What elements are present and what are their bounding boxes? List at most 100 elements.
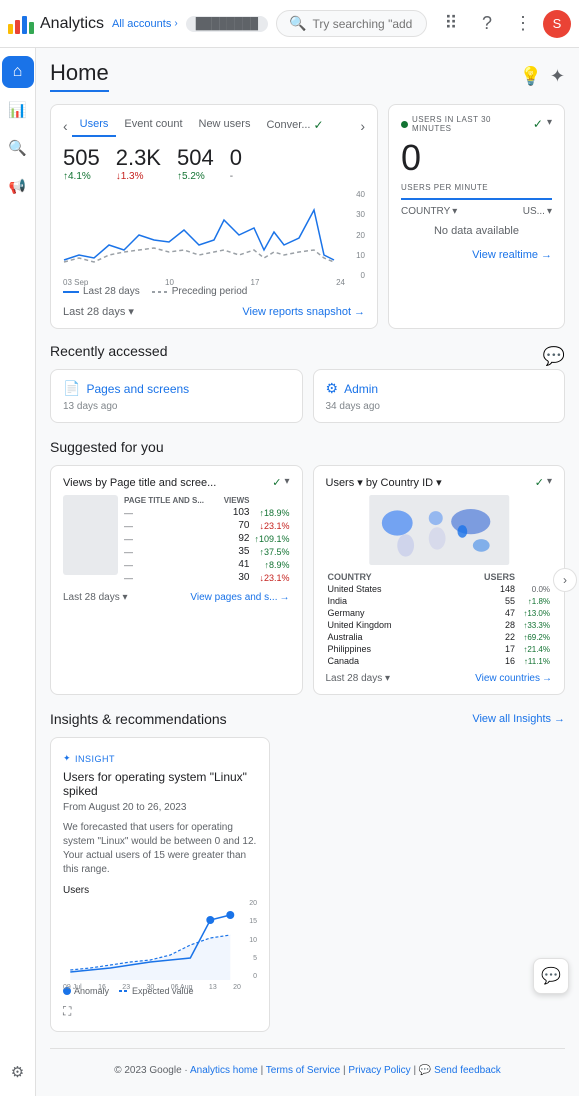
expand-icon[interactable]: ⛶: [63, 1004, 257, 1019]
privacy-link[interactable]: Privacy Policy: [348, 1065, 410, 1076]
account-chip[interactable]: ████████: [186, 16, 268, 32]
view-pages-link[interactable]: View pages and s... →: [190, 592, 289, 603]
feedback-link[interactable]: Send feedback: [434, 1065, 501, 1076]
tab-users[interactable]: Users: [72, 115, 117, 137]
recently-accessed-title: Recently accessed: [50, 343, 168, 359]
sidebar-item-advertising[interactable]: 📢: [2, 170, 34, 202]
view-reports-link[interactable]: View reports snapshot →: [242, 306, 365, 318]
suggested-section: Suggested for you Views by Page title an…: [50, 439, 565, 695]
suggested-pages-title: Views by Page title and scree...: [63, 477, 216, 489]
country-table: COUNTRY USERS United States1480.0%India5…: [326, 571, 553, 667]
world-map: [326, 495, 553, 565]
insight-chart: 20 15 10 5 0: [63, 900, 257, 980]
tab-conversions[interactable]: Conver... ✓: [258, 115, 331, 137]
metric-new-users: 504 ↑5.2%: [177, 145, 214, 182]
table-row: Australia: [326, 631, 452, 643]
metric-value: 2.3K: [116, 145, 161, 171]
chart-legend: Last 28 days Preceding period: [63, 286, 365, 297]
page-header: Home 💡 ✦: [50, 60, 565, 92]
carousel-next-btn[interactable]: ›: [553, 568, 577, 592]
speech-bubble-icon[interactable]: 💬: [543, 346, 565, 367]
table-row: Germany: [326, 607, 452, 619]
no-data-label: No data available: [401, 225, 552, 237]
realtime-dropdown[interactable]: ▾: [547, 117, 552, 131]
pages-date: 13 days ago: [63, 401, 290, 412]
chevron-right-btn[interactable]: ›: [360, 118, 365, 134]
country-col-label[interactable]: COUNTRY ▾: [401, 206, 457, 217]
search-icon: 🔍: [289, 15, 306, 32]
table-row: —: [124, 558, 219, 571]
sidebar-item-reports[interactable]: 📊: [2, 94, 34, 126]
x-axis-labels: 03 Sep 10 17 24: [63, 278, 365, 287]
customize-icon[interactable]: ✦: [550, 66, 565, 87]
suggested-countries-card: Users ▾ by Country ID ▾ ✓ ▾: [313, 465, 566, 695]
view-realtime-link[interactable]: View realtime →: [401, 249, 552, 261]
metric-value: 505: [63, 145, 100, 171]
table-row: United Kingdom: [326, 619, 452, 631]
topbar-icons: ⠿ ? ⋮ S: [435, 8, 571, 40]
lightbulb-icon[interactable]: 💡: [519, 66, 541, 87]
more-icon-btn[interactable]: ⋮: [507, 8, 539, 40]
sidebar-item-home[interactable]: ⌂: [2, 56, 34, 88]
view-all-insights-link[interactable]: View all Insights →: [472, 713, 565, 725]
recent-card-pages[interactable]: 📄 Pages and screens 13 days ago: [50, 369, 303, 423]
avatar[interactable]: S: [543, 10, 571, 38]
line-chart-svg: [63, 190, 365, 280]
metric-value: 0: [230, 145, 242, 171]
analytics-home-link[interactable]: Analytics home: [190, 1065, 258, 1076]
insights-title: Insights & recommendations: [50, 711, 227, 727]
page-thumbnail: [63, 495, 118, 575]
metrics-chart: 40 30 20 10 0 03 Sep 10: [63, 190, 365, 280]
tab-event-count[interactable]: Event count: [116, 115, 190, 137]
metric-value: 504: [177, 145, 214, 171]
insight-text: We forecasted that users for operating s…: [63, 821, 257, 877]
advertising-icon: 📢: [9, 178, 26, 195]
main-content: Home 💡 ✦ ‹ Users Event count: [36, 48, 579, 1096]
countries-date-range[interactable]: Last 28 days ▾: [326, 673, 391, 684]
suggested-pages-card: Views by Page title and scree... ✓ ▾: [50, 465, 303, 695]
metric-change: ↑5.2%: [177, 171, 214, 182]
metric-change: ↓1.3%: [116, 171, 161, 182]
insight-title: Users for operating system "Linux" spike…: [63, 770, 257, 798]
sidebar-item-explore[interactable]: 🔍: [2, 132, 34, 164]
chevron-left-btn[interactable]: ‹: [63, 118, 68, 134]
metric-users: 505 ↑4.1%: [63, 145, 100, 182]
insights-section: Insights & recommendations View all Insi…: [50, 711, 565, 1032]
suggested-title: Suggested for you: [50, 439, 565, 455]
tab-new-users[interactable]: New users: [191, 115, 259, 137]
admin-icon: ⚙: [326, 380, 339, 397]
us-filter[interactable]: US... ▾: [523, 206, 552, 217]
home-icon: ⌂: [13, 63, 23, 81]
recently-accessed-section: Recently accessed 💬 📄 Pages and screens …: [50, 343, 565, 423]
sidebar-item-configure[interactable]: ⚙: [2, 1056, 34, 1088]
table-row: —: [124, 506, 219, 519]
reports-icon: 📊: [8, 101, 27, 119]
topbar: Analytics All accounts › ████████ 🔍 ⠿ ? …: [0, 0, 579, 48]
sidebar: ⌂ 📊 🔍 📢 ⚙: [0, 48, 36, 1096]
pages-card-dropdown[interactable]: ▾: [284, 476, 289, 489]
table-row: India: [326, 595, 452, 607]
tos-link[interactable]: Terms of Service: [266, 1065, 340, 1076]
recent-card-admin[interactable]: ⚙ Admin 34 days ago: [313, 369, 566, 423]
insight-date: From August 20 to 26, 2023: [63, 802, 257, 813]
configure-icon: ⚙: [11, 1063, 24, 1081]
help-icon-btn[interactable]: ?: [471, 8, 503, 40]
countries-card-dropdown[interactable]: ▾: [547, 476, 552, 489]
page-title: Home: [50, 60, 109, 92]
grid-icon-btn[interactable]: ⠿: [435, 8, 467, 40]
insight-chart-label: Users: [63, 885, 257, 896]
chat-fab[interactable]: 💬: [533, 958, 569, 994]
all-accounts[interactable]: All accounts ›: [112, 18, 178, 30]
suggested-countries-title: Users ▾ by Country ID ▾: [326, 476, 442, 489]
date-range-dropdown[interactable]: Last 28 days ▾: [63, 305, 134, 318]
search-bar[interactable]: 🔍: [276, 10, 427, 37]
realtime-title: USERS IN LAST 30 MINUTES: [401, 115, 533, 133]
search-input[interactable]: [312, 17, 414, 31]
metric-conversions: 0 -: [230, 145, 242, 182]
view-countries-link[interactable]: View countries →: [475, 673, 552, 684]
table-row: Philippines: [326, 643, 452, 655]
realtime-card: USERS IN LAST 30 MINUTES ✓ ▾ 0 USERS PER…: [388, 104, 565, 329]
app-name: Analytics: [40, 15, 104, 33]
pages-table: PAGE TITLE AND S... VIEWS —103↑18.9%—70↓…: [124, 495, 290, 584]
pages-date-range[interactable]: Last 28 days ▾: [63, 592, 128, 603]
